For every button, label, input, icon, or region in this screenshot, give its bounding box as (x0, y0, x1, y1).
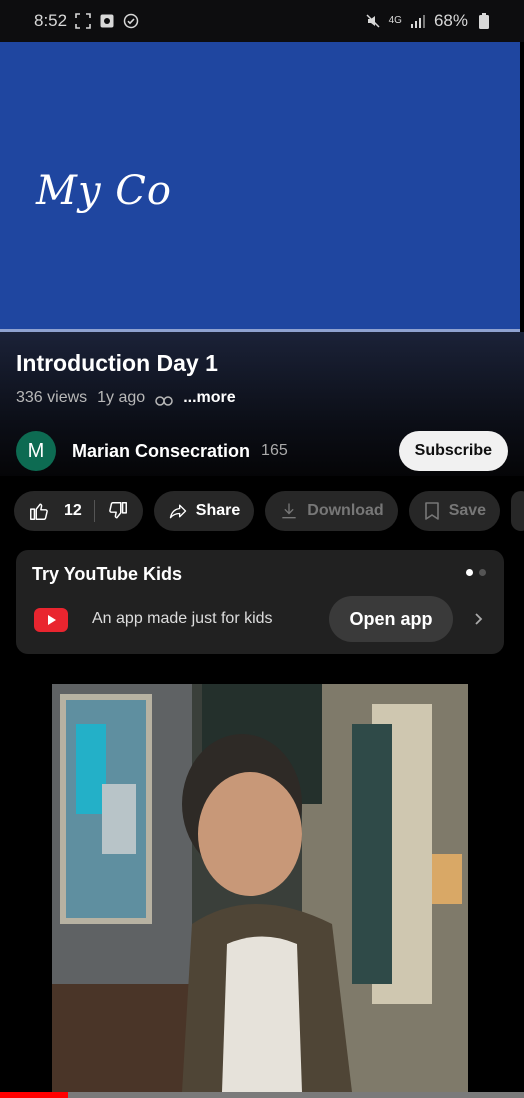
channel-name[interactable]: Marian Consecration (72, 441, 250, 462)
channel-row: M Marian Consecration 165 Subscribe (16, 430, 508, 472)
save-label: Save (448, 502, 487, 519)
share-icon (169, 504, 186, 519)
promo-description: An app made just for kids (92, 610, 273, 627)
subscribe-button[interactable]: Subscribe (398, 431, 508, 471)
screenshot-frame-icon (75, 13, 91, 29)
upload-age: 1y ago (97, 389, 146, 406)
network-type-label: 4G (388, 15, 402, 26)
status-right: 4G 68% (365, 11, 492, 31)
avatar[interactable]: M (16, 431, 56, 471)
mute-icon (365, 13, 381, 29)
carousel-dots (466, 569, 486, 576)
save-button[interactable]: Save (408, 491, 501, 531)
battery-icon (476, 13, 492, 29)
promo-title: Try YouTube Kids (32, 564, 183, 584)
view-count: 336 views (16, 389, 88, 406)
chevron-right-icon[interactable] (474, 610, 484, 631)
youtube-kids-logo-icon (34, 608, 68, 632)
playback-progress-bar[interactable] (0, 1092, 524, 1098)
more-link[interactable]: ...more (183, 389, 235, 407)
dislike-button[interactable] (107, 500, 129, 522)
share-button[interactable]: Share (153, 491, 255, 531)
status-left: 8:52 (34, 11, 139, 31)
video-title[interactable]: Introduction Day 1 (16, 350, 218, 377)
thumbs-down-icon (108, 502, 127, 519)
battery-percent: 68% (433, 11, 468, 30)
like-button[interactable]: 12 (28, 500, 82, 522)
subscriber-count: 165 (261, 442, 288, 459)
camera-app-icon (99, 13, 115, 29)
playback-progress-fill (0, 1092, 69, 1098)
actions-row: 12 Share Download Save (14, 491, 524, 531)
next-video-thumbnail[interactable] (52, 684, 468, 1092)
carousel-dot-active (466, 569, 473, 576)
video-meta[interactable]: 336 views 1y ago ...more (16, 389, 236, 407)
like-divider (93, 500, 95, 522)
share-label: Share (195, 502, 241, 519)
download-icon (282, 503, 296, 519)
video-overlay-text: My Co (36, 168, 172, 214)
status-time: 8:52 (34, 11, 68, 30)
open-app-button[interactable]: Open app (329, 596, 453, 642)
download-button[interactable]: Download (265, 491, 398, 531)
carousel-dot (479, 569, 486, 576)
like-dislike-group: 12 (14, 491, 143, 531)
more-actions-button[interactable] (511, 491, 524, 531)
thumbs-up-icon (30, 503, 48, 520)
like-count: 12 (64, 502, 82, 519)
video-player[interactable]: My Co (0, 42, 520, 332)
signal-icon (410, 13, 426, 29)
thumbnail-image (52, 684, 468, 1092)
youtube-kids-promo-card: Try YouTube Kids An app made just for ki… (16, 550, 504, 654)
link-icon (155, 393, 173, 406)
download-label: Download (307, 502, 384, 519)
check-circle-icon (123, 13, 139, 29)
bookmark-icon (424, 502, 439, 520)
status-bar: 8:52 4G 68% (0, 0, 524, 42)
